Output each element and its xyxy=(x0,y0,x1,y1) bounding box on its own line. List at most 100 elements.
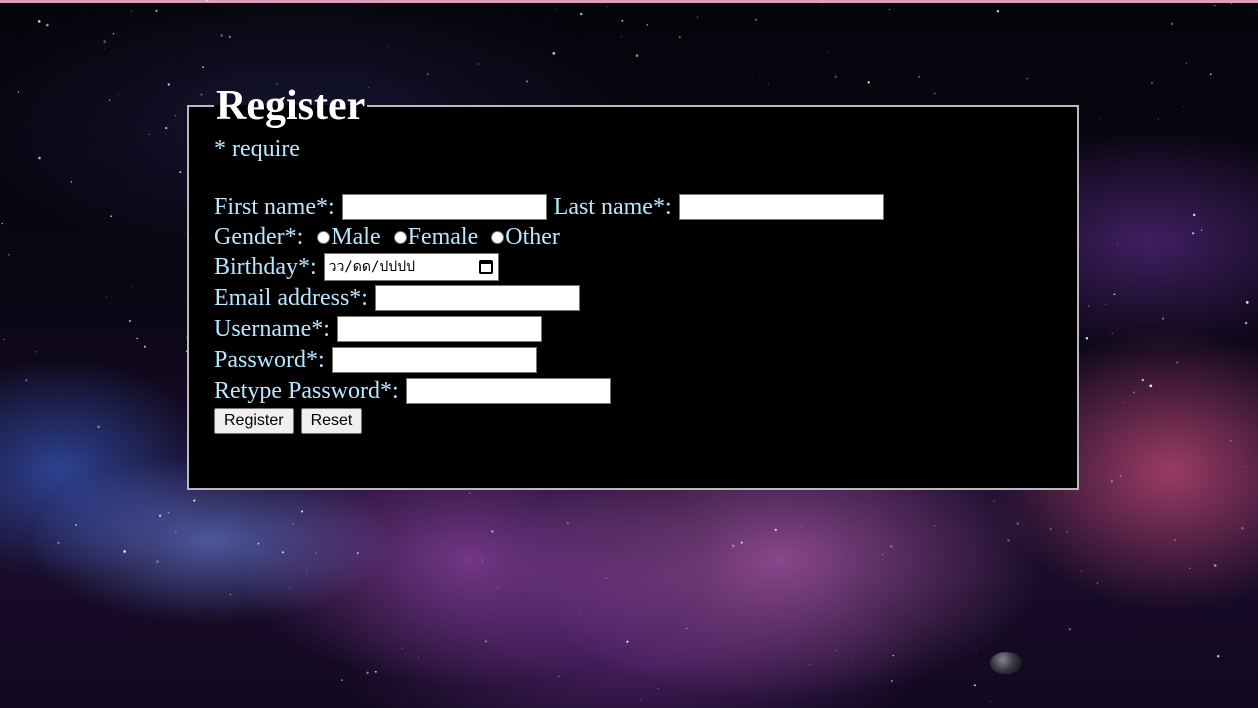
star xyxy=(1124,402,1126,403)
star xyxy=(1097,300,1098,302)
name-row: First name*: Last name*: xyxy=(214,192,1077,222)
star xyxy=(558,676,560,678)
form-buttons: Register Reset xyxy=(214,408,1077,434)
retype-password-input[interactable] xyxy=(405,377,611,404)
gender-male-radio[interactable] xyxy=(317,230,331,244)
star xyxy=(117,94,119,96)
birthday-placeholder: วว/ดด/ปปปป xyxy=(328,259,415,275)
star xyxy=(1141,378,1145,382)
star xyxy=(567,522,569,524)
star xyxy=(1111,332,1113,334)
birthday-date-input[interactable]: วว/ดด/ปปปป xyxy=(323,253,499,281)
star xyxy=(123,550,126,553)
star xyxy=(731,544,735,548)
star xyxy=(128,319,132,323)
star xyxy=(1119,475,1122,477)
gender-male-label[interactable]: Male xyxy=(331,223,380,251)
star xyxy=(686,627,688,629)
star xyxy=(108,99,111,101)
star xyxy=(890,545,893,548)
gender-row: Gender*: Male Female Other xyxy=(214,222,1077,252)
star xyxy=(481,559,483,561)
star xyxy=(182,688,184,689)
register-button[interactable]: Register xyxy=(214,408,294,434)
star xyxy=(917,75,921,78)
star xyxy=(220,34,224,37)
star xyxy=(1139,566,1141,568)
star xyxy=(165,126,168,130)
star xyxy=(990,701,992,703)
star xyxy=(809,664,810,666)
first-name-input[interactable] xyxy=(341,194,547,220)
star xyxy=(7,253,10,256)
star xyxy=(973,684,976,687)
reset-button[interactable]: Reset xyxy=(300,408,363,434)
birthday-row: Birthday*: วว/ดด/ปปปป xyxy=(214,252,1077,282)
star xyxy=(484,640,487,643)
star xyxy=(1216,654,1220,658)
star xyxy=(70,180,73,183)
last-name-input[interactable] xyxy=(678,194,884,220)
star xyxy=(38,156,41,160)
password-row: Password*: xyxy=(214,344,1077,375)
password-input[interactable] xyxy=(331,346,537,373)
gender-other-label[interactable]: Other xyxy=(505,223,560,251)
star xyxy=(401,647,403,649)
star xyxy=(606,6,608,8)
star xyxy=(993,500,995,502)
email-row: Email address*: xyxy=(214,282,1077,313)
star xyxy=(1150,81,1153,85)
star xyxy=(17,91,20,93)
star xyxy=(103,47,105,49)
star xyxy=(155,9,158,12)
star xyxy=(57,542,60,544)
star xyxy=(1,222,3,225)
calendar-icon[interactable] xyxy=(478,260,493,274)
star xyxy=(678,36,681,39)
star xyxy=(341,679,343,681)
star xyxy=(356,0,358,1)
email-input[interactable] xyxy=(374,284,580,311)
star xyxy=(37,20,41,23)
form-title: Register xyxy=(216,83,366,129)
email-label: Email address*: xyxy=(214,284,368,311)
star xyxy=(366,671,369,674)
star xyxy=(740,541,743,544)
star xyxy=(315,552,317,554)
username-input[interactable] xyxy=(336,315,542,342)
star xyxy=(1085,337,1089,340)
star xyxy=(131,286,133,288)
star xyxy=(696,16,699,18)
star xyxy=(1237,187,1238,188)
star xyxy=(996,10,1000,13)
star xyxy=(301,510,303,513)
star xyxy=(75,524,77,526)
star xyxy=(646,24,648,26)
star xyxy=(35,351,38,353)
gender-other-radio[interactable] xyxy=(491,230,505,244)
star xyxy=(45,23,49,27)
first-name-label: First name*: xyxy=(214,194,335,220)
star xyxy=(1157,118,1159,120)
star xyxy=(1213,564,1217,567)
star xyxy=(635,54,639,57)
star xyxy=(1066,530,1069,533)
star xyxy=(579,12,583,16)
star xyxy=(1192,232,1195,235)
star xyxy=(417,657,420,659)
star xyxy=(97,425,100,429)
star xyxy=(851,657,852,659)
star xyxy=(1088,305,1090,307)
gender-female-radio[interactable] xyxy=(393,230,407,244)
star xyxy=(477,63,480,65)
star xyxy=(882,553,884,555)
star xyxy=(229,593,232,596)
star xyxy=(1241,526,1244,530)
gender-female-label[interactable]: Female xyxy=(408,223,479,251)
star xyxy=(481,561,483,563)
star xyxy=(292,523,294,525)
star xyxy=(1081,570,1082,572)
star xyxy=(167,511,170,514)
star xyxy=(110,215,112,217)
star xyxy=(25,379,28,382)
